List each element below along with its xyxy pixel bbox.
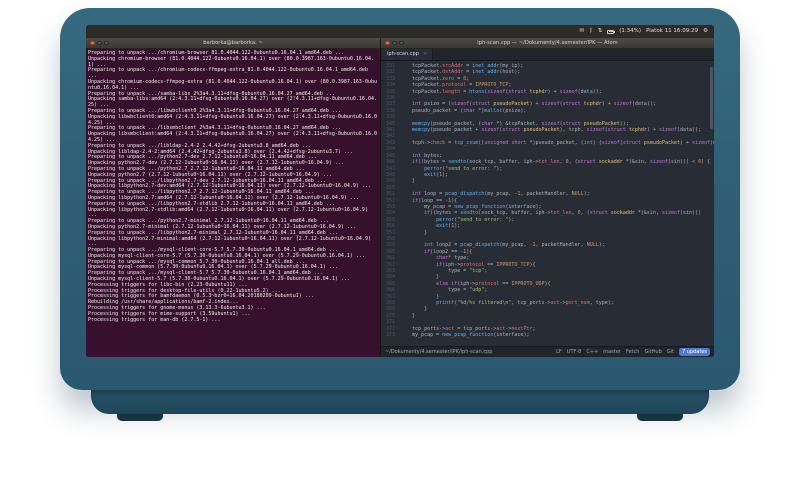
screen: ✉ ᛒ ⇅ (1:34%) Piatok 11 16:09:29 ⚙ barbor xyxy=(86,25,714,357)
status-bar: ~/Dokumenty/4.semester/IPK/iph-scan.cpp … xyxy=(381,346,714,357)
terminal-output[interactable]: Preparing to unpack .../chromium-browser… xyxy=(86,49,380,357)
status-item[interactable]: UTF-8 xyxy=(567,349,582,355)
status-item[interactable]: Git xyxy=(667,349,674,355)
session-gear-icon[interactable]: ⚙ xyxy=(703,25,708,38)
network-icon[interactable]: ⇅ xyxy=(598,25,603,38)
maximize-button[interactable] xyxy=(399,40,404,46)
status-item[interactable]: master xyxy=(603,349,621,355)
terminal-output-line: Unpacking libsmbclient:amd64 (2:4.3.11+d… xyxy=(88,131,377,143)
editor-gutter: 331 332 333 334 335 336 337 338 339 340 341 342 343 3… xyxy=(381,61,398,346)
bluetooth-icon[interactable]: ᛒ xyxy=(589,25,592,38)
atom-titlebar[interactable]: iph-scan.cpp — ~/Dokumenty/4.semester/IP… xyxy=(381,38,714,49)
status-item[interactable]: C++ xyxy=(586,349,598,355)
laptop-lid: ✉ ᛒ ⇅ (1:34%) Piatok 11 16:09:29 ⚙ barbor xyxy=(60,8,740,390)
editor-scrollbar[interactable] xyxy=(710,67,713,129)
battery-label[interactable]: (1:34%) xyxy=(619,25,641,38)
tab-iph-scan[interactable]: iph-scan.cpp × xyxy=(382,49,434,60)
minimize-button[interactable] xyxy=(392,40,397,46)
atom-title: iph-scan.cpp — ~/Dokumenty/4.semester/IP… xyxy=(477,39,618,46)
terminal-titlebar[interactable]: barborka@barborka: ~ xyxy=(86,38,380,49)
close-button[interactable] xyxy=(90,40,95,46)
tab-close-icon[interactable]: × xyxy=(423,49,428,60)
tab-label: iph-scan.cpp xyxy=(387,51,419,57)
laptop-foot-left xyxy=(117,414,163,421)
terminal-title: barborka@barborka: ~ xyxy=(203,39,263,46)
indicator-icons: ✉ ᛒ ⇅ xyxy=(580,25,603,38)
tab-bar: iph-scan.cpp × xyxy=(381,49,714,61)
minimize-button[interactable] xyxy=(97,40,102,46)
atom-window: iph-scan.cpp — ~/Dokumenty/4.semester/IP… xyxy=(381,38,714,357)
mail-icon[interactable]: ✉ xyxy=(580,25,585,38)
code-line: tcph->check = tcp_csum((unsigned short *… xyxy=(400,139,714,146)
status-item[interactable]: LF xyxy=(556,349,562,355)
code-line: my_pcap = new_pcap_function(interface); xyxy=(400,332,530,339)
code-line: memcpy(pseudo_packet + sizeof(struct pse… xyxy=(412,127,702,134)
desktop: barborka@barborka: ~ Preparing to unpack… xyxy=(86,38,714,357)
updates-badge[interactable]: 7 updates xyxy=(679,348,710,356)
maximize-button[interactable] xyxy=(104,40,109,46)
terminal-output-line: Unpacking chromium-codecs-ffmpeg-extra (… xyxy=(88,78,377,91)
battery-icon[interactable] xyxy=(607,29,616,34)
editor-pane[interactable]: 331 332 333 334 335 336 337 338 339 340 341 342 343 3… xyxy=(381,61,714,346)
clock-indicator[interactable]: Piatok 11 16:09:29 xyxy=(646,25,698,38)
status-item[interactable]: GitHub xyxy=(644,349,661,355)
laptop-frame: ✉ ᛒ ⇅ (1:34%) Piatok 11 16:09:29 ⚙ barbor xyxy=(60,8,740,421)
system-top-panel: ✉ ᛒ ⇅ (1:34%) Piatok 11 16:09:29 ⚙ xyxy=(86,25,714,38)
code-area[interactable]: tcpPacket.srcAddr = inet_addr(my_ip); tc… xyxy=(398,61,714,346)
laptop-foot-right xyxy=(637,414,683,421)
line-number: 373 xyxy=(385,332,395,339)
status-item[interactable]: Fetch xyxy=(626,349,640,355)
laptop-base xyxy=(91,390,709,414)
terminal-window: barborka@barborka: ~ Preparing to unpack… xyxy=(86,38,381,357)
terminal-output-line: Processing triggers for man-db (2.7.5-1)… xyxy=(88,316,221,323)
close-button[interactable] xyxy=(385,40,390,46)
status-file-path[interactable]: ~/Dokumenty/4.semester/IPK/iph-scan.cpp xyxy=(385,349,551,355)
laptop-feet xyxy=(117,414,683,421)
status-items: LF UTF-8 C++ master Fetch GitHub Git xyxy=(556,349,674,355)
